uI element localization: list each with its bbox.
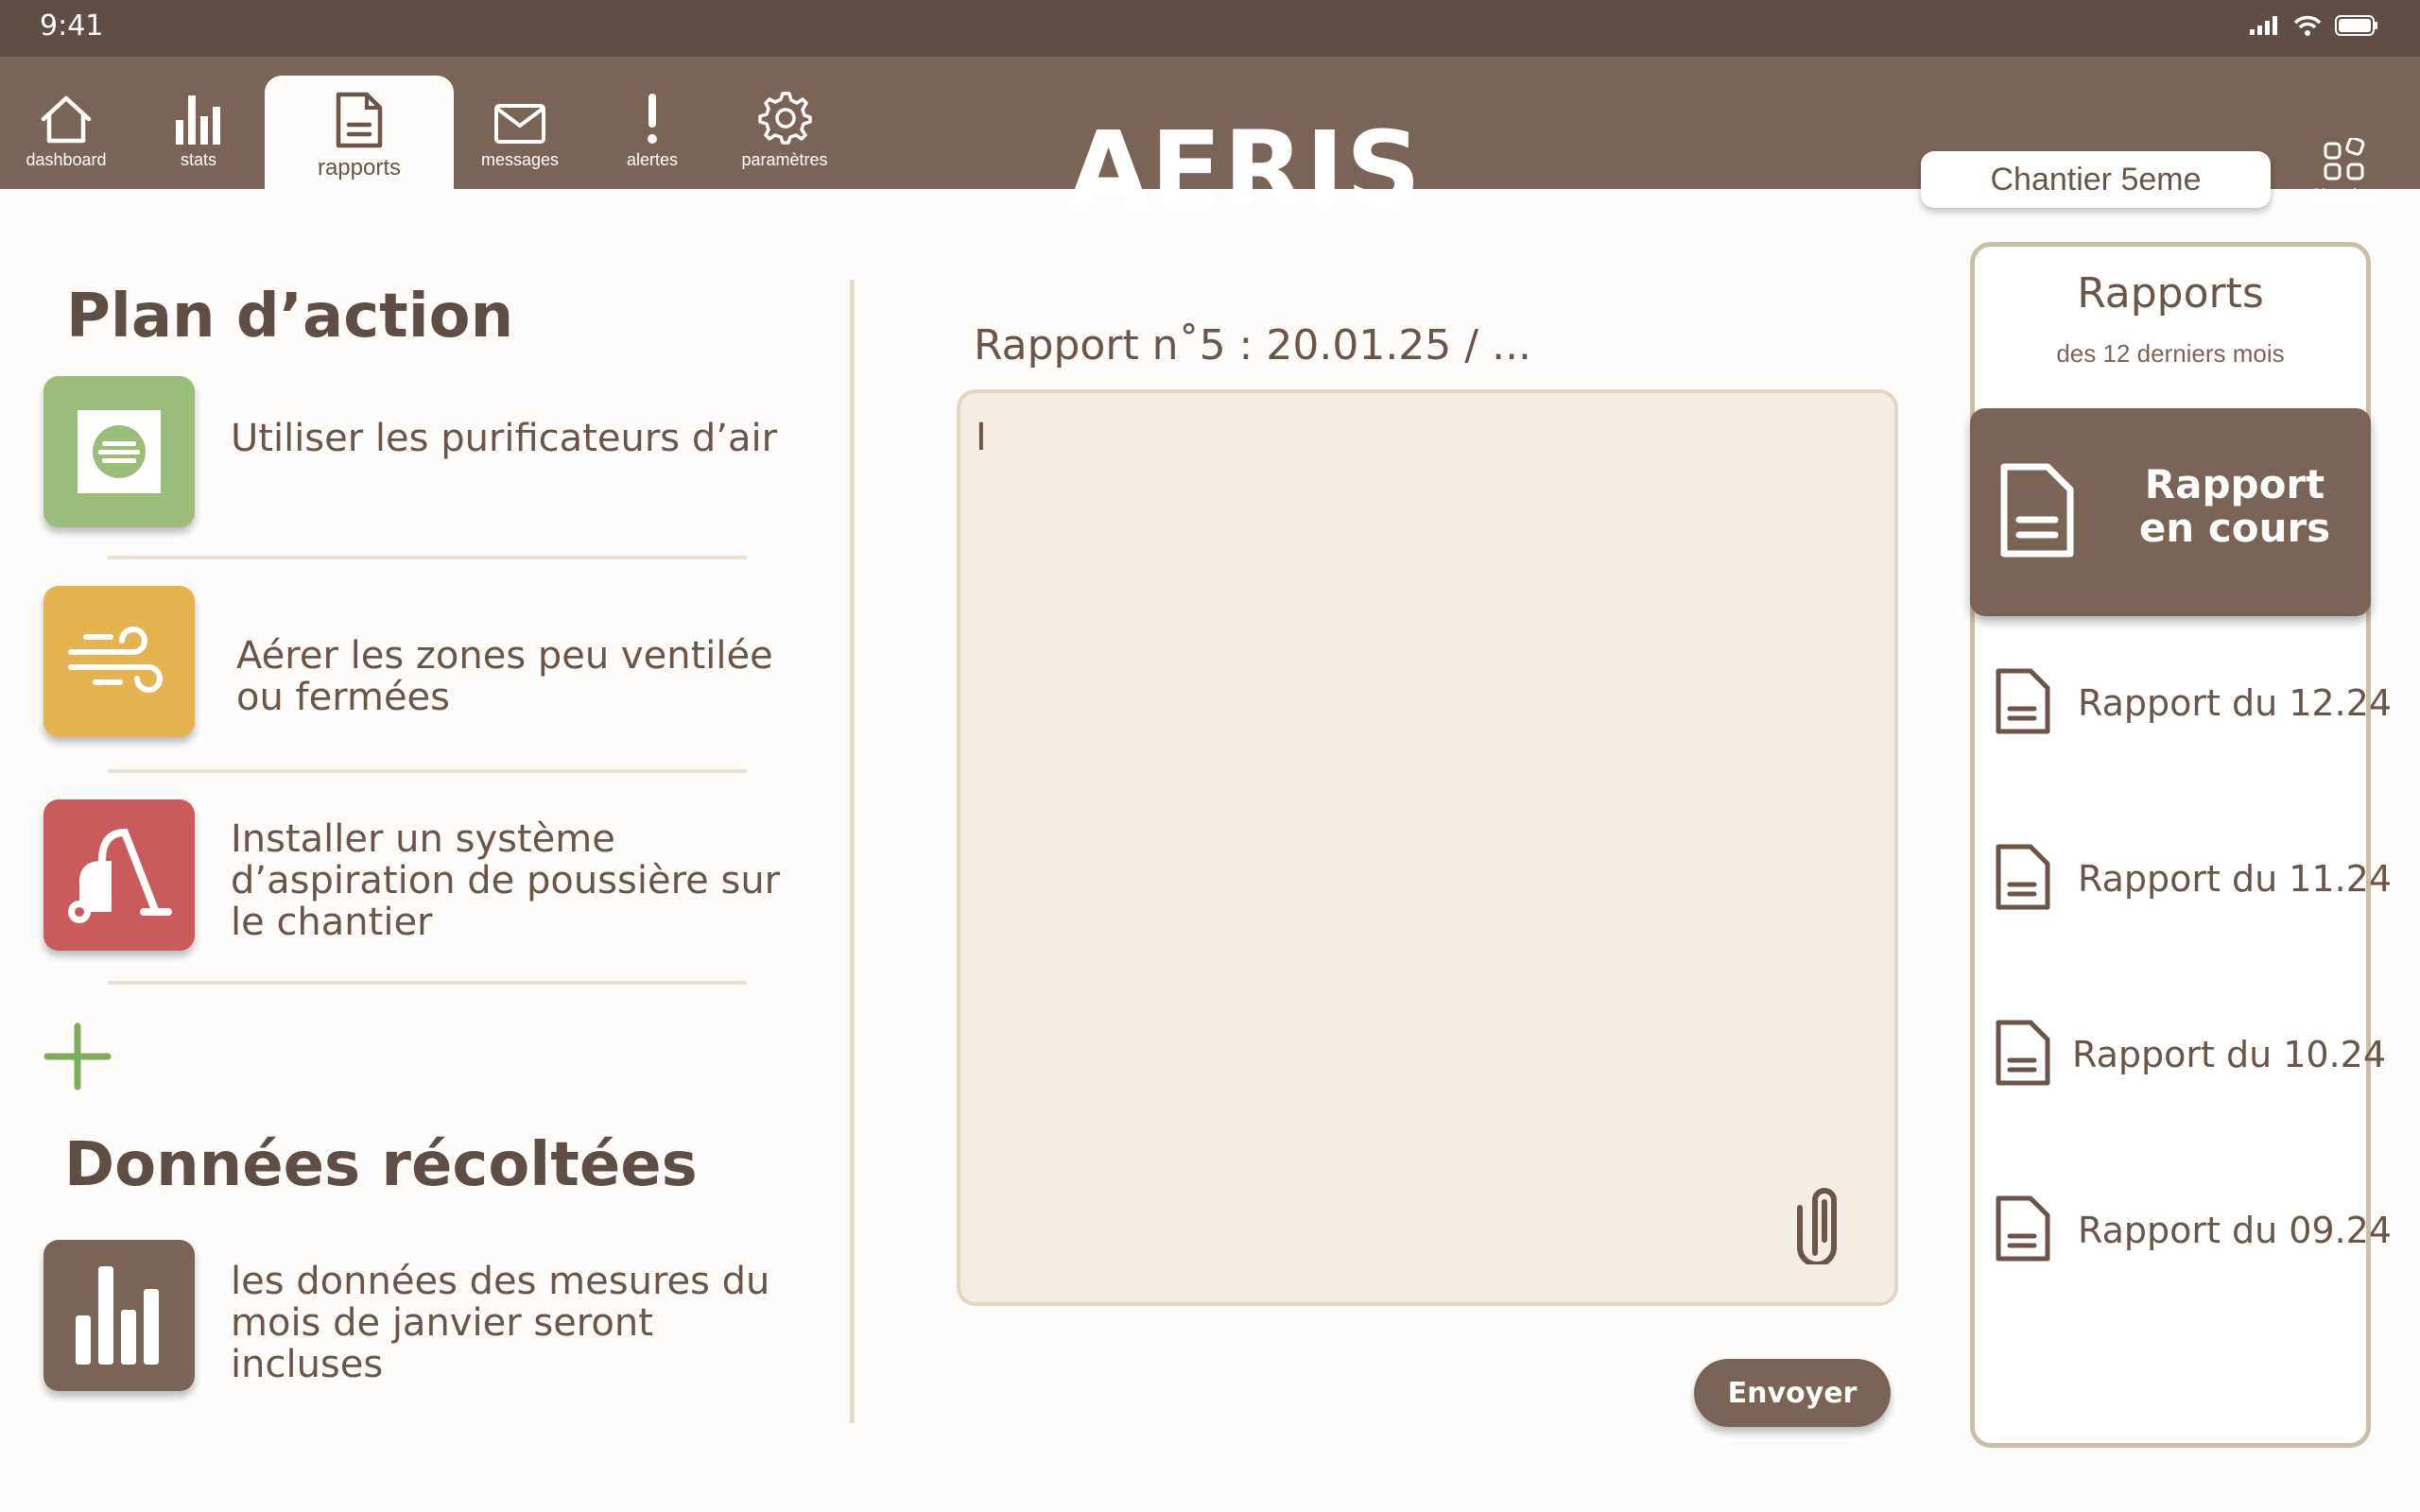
bar-chart-icon <box>176 95 220 145</box>
current-report-button[interactable]: Rapport en cours <box>1970 408 2371 616</box>
tab-rapports[interactable]: rapports <box>265 76 454 193</box>
vacuum-icon <box>68 828 172 923</box>
nav-alertes[interactable]: alertes <box>605 57 700 189</box>
wind-icon <box>68 627 163 693</box>
action-text-purifier: Utiliser les purificateurs d’air <box>231 417 778 460</box>
report-item-10-24[interactable]: Rapport du 10.24 <box>1995 1019 2386 1094</box>
mail-icon <box>494 104 545 144</box>
action-text-ventilation: Aérer les zones peu ventilée ou fermées <box>236 634 773 719</box>
report-item-label: Rapport du 10.24 <box>2072 1034 2387 1075</box>
document-icon <box>2000 463 2074 558</box>
plus-icon <box>43 1022 112 1091</box>
report-item-11-24[interactable]: Rapport du 11.24 <box>1995 843 2392 919</box>
data-section-title: Données récoltées <box>64 1130 698 1200</box>
action-item-purifier[interactable]: Utiliser les purificateurs d’air <box>43 376 800 527</box>
send-button[interactable]: Envoyer <box>1694 1359 1891 1427</box>
exclamation-icon <box>648 94 657 144</box>
document-icon <box>336 92 383 148</box>
document-icon <box>1996 844 2050 910</box>
report-item-label: Rapport du 12.24 <box>2078 682 2393 724</box>
report-textarea[interactable]: I <box>957 389 1898 1306</box>
document-icon <box>1996 668 2050 734</box>
document-icon <box>1996 1020 2050 1086</box>
nav-stats-label: stats <box>180 150 216 169</box>
report-item-label: Rapport du 11.24 <box>2078 858 2393 900</box>
battery-icon <box>2335 15 2377 36</box>
air-purifier-tile <box>43 376 195 527</box>
action-item-ventilation[interactable]: Aérer les zones peu ventilée ou fermées <box>43 586 800 737</box>
divider <box>108 769 747 773</box>
signal-icon <box>2250 16 2277 35</box>
report-item-label: Rapport du 09.24 <box>2078 1210 2393 1251</box>
site-selector[interactable]: Chantier 5eme <box>1921 151 2271 208</box>
add-action-button[interactable] <box>42 1021 113 1092</box>
vertical-separator <box>850 280 855 1423</box>
bar-chart-icon <box>76 1266 159 1365</box>
plan-title: Plan d’action <box>66 282 514 352</box>
tab-rapports-label: rapports <box>317 155 402 180</box>
reports-panel-subtitle: des 12 derniers mois <box>2056 339 2285 368</box>
nav-messages-label: messages <box>480 150 560 169</box>
divider <box>108 556 747 559</box>
current-report-icon-wrap <box>1998 461 2076 559</box>
nav-stats[interactable]: stats <box>151 57 246 189</box>
sites-link-label: Chantiers <box>2309 185 2379 203</box>
paperclip-icon <box>1797 1188 1837 1264</box>
nav-messages[interactable]: messages <box>471 57 569 189</box>
nav-parametres[interactable]: paramètres <box>728 57 841 189</box>
report-title: Rapport n˚5 : 20.01.25 / ... <box>974 321 1532 369</box>
wind-tile <box>43 586 195 737</box>
sites-link[interactable]: Chantiers <box>2297 138 2392 204</box>
action-item-vacuum[interactable]: Installer un système d’aspiration de pou… <box>43 799 800 951</box>
nav-parametres-label: paramètres <box>741 150 828 169</box>
status-time: 9:41 <box>40 9 104 43</box>
grid-icon <box>2324 138 2365 180</box>
report-item-12-24[interactable]: Rapport du 12.24 <box>1995 667 2392 743</box>
system-icons <box>2250 15 2378 36</box>
gear-icon <box>758 92 812 145</box>
wifi-icon <box>2293 15 2322 36</box>
status-bar: 9:41 <box>0 0 2420 57</box>
data-section-item: les données des mesures du mois de janvi… <box>43 1240 800 1391</box>
current-report-label: Rapport en cours <box>2138 461 2331 551</box>
nav-dashboard[interactable]: dashboard <box>19 57 113 189</box>
data-section-text: les données des mesures du mois de janvi… <box>231 1260 770 1386</box>
air-purifier-icon <box>78 410 161 493</box>
vacuum-tile <box>43 799 195 951</box>
attach-button[interactable] <box>1796 1181 1853 1264</box>
app-logo: AERIS <box>1068 109 1424 230</box>
reports-panel-title: Rapports <box>2077 269 2264 318</box>
home-icon <box>41 95 92 144</box>
document-icon <box>1996 1195 2050 1262</box>
nav-alertes-label: alertes <box>626 150 679 169</box>
nav-dashboard-label: dashboard <box>26 150 107 169</box>
top-nav: dashboard stats rapports messages alerte… <box>0 57 2420 221</box>
divider <box>108 981 747 985</box>
action-text-vacuum: Installer un système d’aspiration de pou… <box>231 817 781 944</box>
report-item-09-24[interactable]: Rapport du 09.24 <box>1995 1194 2392 1270</box>
data-chart-tile <box>43 1240 195 1391</box>
